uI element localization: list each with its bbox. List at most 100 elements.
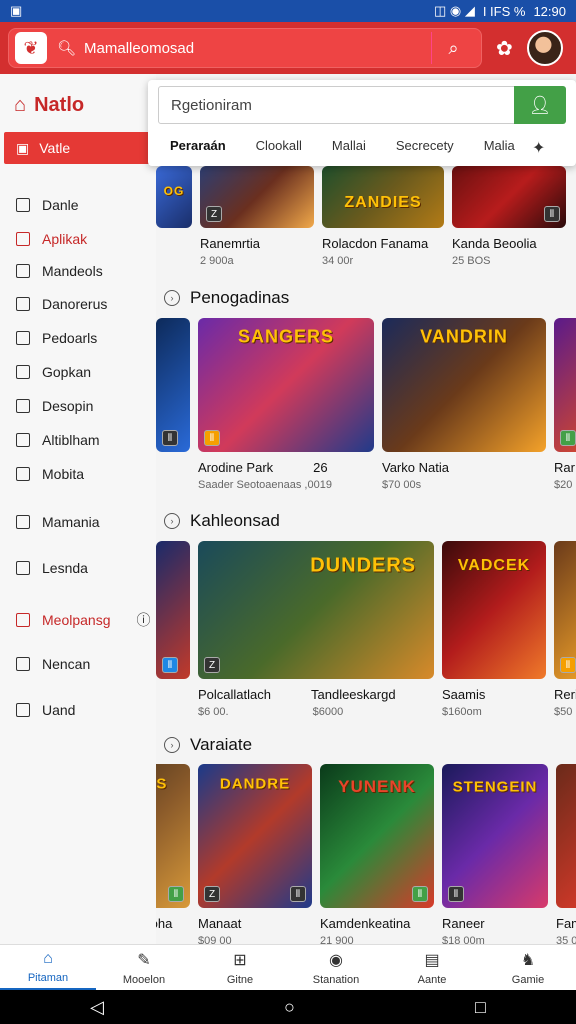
popup-search-input[interactable]: Rgetioniram (158, 86, 524, 124)
sidebar-item-danorerus[interactable]: Danorerus (16, 296, 107, 312)
game-card[interactable]: ⦀ Rar $20 (554, 318, 576, 491)
mobile-icon (16, 467, 30, 481)
notification-icon[interactable]: ✿ (496, 36, 513, 61)
nav-mooelon[interactable]: ✎ Mooelon (96, 945, 192, 990)
bottom-nav: ⌂ Pitaman ✎ Mooelon ⊞ Gitne ◉ Stanation ▤ Aan… (0, 944, 576, 990)
book-icon (16, 515, 30, 529)
badge-icon: Z (204, 657, 220, 673)
clock: 12:90 (533, 3, 566, 19)
section-icon: › (164, 737, 180, 753)
badge-icon: ⦀ (448, 886, 464, 902)
sidebar-item-uand[interactable]: Uand (16, 702, 75, 718)
card-row-3: ⦀ DUNDERS Z Polcallatlach Tandleeskargd $… (156, 541, 576, 718)
badge-icon: ⦀ (560, 430, 576, 446)
sidebar-item-mamania[interactable]: Mamania (16, 514, 100, 530)
badge-icon: ⦀ (168, 886, 184, 902)
gear-icon[interactable]: ✦ (532, 138, 545, 158)
game-card[interactable]: DANDRE Z ⦀ Manaat $09 00 (198, 764, 312, 944)
game-icon: ♞ (520, 951, 536, 969)
nav-gitne[interactable]: ⊞ Gitne (192, 945, 288, 990)
badge-icon: Z (206, 206, 222, 222)
game-card[interactable]: YUNENK ⦀ Kamdenkeatina 21 900 (320, 764, 434, 944)
home-icon: ⌂ (14, 94, 27, 116)
back-icon[interactable]: ◁ (90, 997, 104, 1018)
section-header[interactable]: › Varaiate (164, 735, 252, 755)
tag-icon (16, 198, 30, 212)
sidebar-item-desopin[interactable]: Desopin (16, 398, 93, 414)
status-bar: ▣ ◫ ◉ ◢ I IFS % 12:90 (0, 0, 576, 22)
search-icon: 🔍︎ (57, 40, 77, 57)
chart-icon (16, 297, 30, 311)
tab-clookall[interactable]: Clookall (256, 138, 302, 153)
grid-icon (16, 264, 30, 278)
game-card[interactable]: SANGERS ⦀ Arodine Park 26 Saader Seotoaen… (198, 318, 374, 491)
game-card[interactable]: ⦀ (156, 318, 190, 491)
card-row-1: OG Z Ranemrtia 2 900a ZANDIES Rolacdon F… (156, 166, 566, 267)
game-card[interactable]: VANDRIN Varko Natia $70 00s (382, 318, 546, 491)
sidebar-item-mandeols[interactable]: Mandeols (16, 263, 103, 279)
nav-gamie[interactable]: ♞ Gamie (480, 945, 576, 990)
app-logo[interactable]: ❦ (15, 32, 47, 64)
badge-icon: ⦀ (162, 430, 178, 446)
popup-tabs: Peraraán Clookall Mallai Secrecety Malia (170, 138, 545, 153)
nav-home[interactable]: ⌂ Pitaman (0, 945, 96, 990)
game-card[interactable]: PUNAIS ⦀ Mamath Maoha 1900n (156, 764, 190, 944)
badge-icon: ⦀ (412, 886, 428, 902)
list-icon (16, 365, 30, 379)
sidebar-item-lesnda[interactable]: Lesnda (16, 560, 88, 576)
card-row-4: PUNAIS ⦀ Mamath Maoha 1900n DANDRE Z ⦀ M… (156, 764, 576, 944)
box-icon: ▣ (16, 139, 30, 156)
game-card[interactable]: OG (156, 166, 192, 267)
top-bar: ❦ 🔍︎ Mamalleomosad ⌕ ✿ (0, 22, 576, 74)
game-card[interactable]: DUNDERS Z Polcallatlach Tandleeskargd $6 … (198, 541, 434, 718)
status-text: I IFS % (482, 3, 526, 19)
game-card[interactable]: ZANDIES Rolacdon Fanama 34 00r (322, 166, 444, 267)
game-card[interactable]: STENGEIN ⦀ Raneer $18 00m (442, 764, 548, 944)
home-icon: ⌂ (43, 949, 53, 967)
puzzle-icon (16, 613, 30, 627)
tab-peraraan[interactable]: Peraraán (170, 138, 226, 153)
search-text[interactable]: Mamalleomosad (84, 40, 194, 57)
system-nav: ◁ ○ □ (0, 990, 576, 1024)
tab-secrecety[interactable]: Secrecety (396, 138, 454, 153)
game-card[interactable]: ⦀ (156, 541, 190, 718)
sidebar-item-altiblham[interactable]: Altiblham (16, 432, 100, 448)
sidebar: ⌂ Natlo ▣ Vatle Danle Aplikak Mandeols D… (0, 74, 156, 944)
game-card[interactable]: VADCEK Saamis $160om (442, 541, 546, 718)
sidebar-item-gopkan[interactable]: Gopkan (16, 364, 91, 380)
info-icon[interactable]: ⓘ (137, 610, 151, 630)
badge-icon: ⦀ (544, 206, 560, 222)
sidebar-item-nencan[interactable]: Nencan (16, 656, 90, 672)
search-button[interactable]: ⌕ (431, 32, 475, 64)
tab-mallai[interactable]: Mallai (332, 138, 366, 153)
doc-icon: ▤ (424, 951, 440, 969)
game-card[interactable]: Z Ranemrtia 2 900a (200, 166, 314, 267)
recents-icon[interactable]: □ (475, 997, 486, 1018)
app-icon: ▣ (10, 3, 23, 18)
sidebar-item-active[interactable]: ▣ Vatle (4, 132, 154, 164)
sidebar-item-meolpansg[interactable]: Meolpansg ⓘ (16, 610, 151, 630)
nav-stanation[interactable]: ◉ Stanation (288, 945, 384, 990)
sidebar-item-danle[interactable]: Danle (16, 197, 79, 213)
badge-icon: ⦀ (204, 430, 220, 446)
home-circle-icon[interactable]: ○ (284, 997, 295, 1018)
card-row-2: ⦀ SANGERS ⦀ Arodine Park 26 Saader Seotoa… (156, 318, 576, 491)
tab-malia[interactable]: Malia (484, 138, 515, 153)
popup-search-button[interactable]: 👤︎ (514, 86, 566, 124)
section-header[interactable]: › Penogadinas (164, 288, 289, 308)
nav-aante[interactable]: ▤ Aante (384, 945, 480, 990)
avatar[interactable] (526, 30, 563, 66)
section-icon: › (164, 290, 180, 306)
sidebar-item-aplikak[interactable]: Aplikak (16, 231, 87, 247)
search-bar[interactable]: ❦ 🔍︎ Mamalleomosad ⌕ (8, 28, 482, 68)
hex-icon (16, 657, 30, 671)
user-icon: 👤︎ (528, 94, 552, 115)
game-card[interactable]: Fam 35 0 (556, 764, 576, 944)
game-card[interactable]: ⦀ Kanda Beoolia 25 BOS (452, 166, 566, 267)
section-header[interactable]: › Kahleonsad (164, 511, 280, 531)
game-card[interactable]: ⦀ Reri $50 (554, 541, 576, 718)
signal-icon: ◫ ◉ ◢ (433, 3, 475, 18)
sidebar-item-pedoarls[interactable]: Pedoarls (16, 330, 97, 346)
sidebar-title: ⌂ Natlo (14, 94, 85, 116)
sidebar-item-mobita[interactable]: Mobita (16, 466, 84, 482)
